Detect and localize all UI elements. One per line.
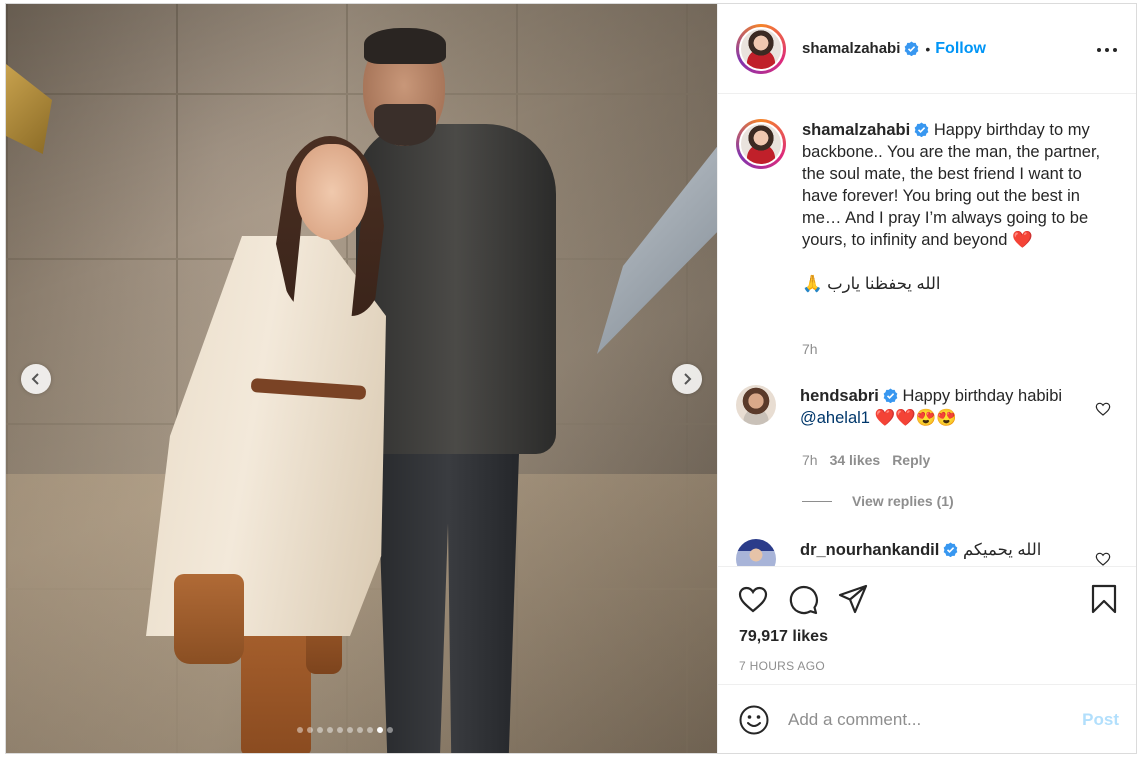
- carousel-indicator: [297, 727, 393, 733]
- carousel-dot: [377, 727, 383, 733]
- comment-like-icon[interactable]: [1095, 551, 1111, 566]
- chevron-left-icon: [31, 373, 39, 385]
- caption-timestamp[interactable]: 7h: [802, 341, 818, 357]
- comment-text: dr_nourhankandil الله يحميكم: [800, 539, 1090, 566]
- follow-button[interactable]: Follow: [935, 40, 986, 58]
- more-options-button[interactable]: [1097, 40, 1117, 60]
- comment-body: Happy birthday habibi: [902, 387, 1063, 405]
- caption-username[interactable]: shamalzahabi: [802, 121, 910, 139]
- post-header: shamalzahabi • Follow: [718, 4, 1136, 94]
- comment-reply-button[interactable]: Reply: [892, 452, 930, 468]
- likes-count[interactable]: 79,917 likes: [739, 628, 828, 646]
- follow-separator: •: [925, 40, 931, 57]
- post-photo[interactable]: [6, 4, 717, 753]
- carousel-prev-button[interactable]: [21, 364, 51, 394]
- save-icon[interactable]: [1088, 583, 1120, 615]
- commenter-avatar[interactable]: [736, 539, 776, 566]
- carousel-next-button[interactable]: [672, 364, 702, 394]
- photo-handbag: [174, 574, 244, 664]
- photo-man-jacket: [356, 124, 556, 454]
- carousel-dot: [327, 727, 333, 733]
- author-avatar-image: [739, 26, 783, 71]
- like-icon[interactable]: [737, 583, 769, 615]
- verified-badge-icon: [905, 41, 919, 56]
- commenter-username[interactable]: hendsabri: [800, 387, 879, 405]
- post-comment-button[interactable]: Post: [1082, 710, 1119, 730]
- caption-avatar[interactable]: [736, 119, 786, 169]
- comment-timestamp[interactable]: 7h: [802, 452, 818, 468]
- add-comment-bar: Post: [718, 684, 1136, 753]
- comment-item: dr_nourhankandil الله يحميكم: [736, 539, 1126, 566]
- carousel-dot: [317, 727, 323, 733]
- photo-man-beard: [374, 104, 436, 146]
- comment-body: الله يحميكم: [962, 541, 1042, 559]
- verified-badge-icon: [944, 542, 958, 557]
- commenter-avatar[interactable]: [736, 385, 776, 425]
- caption-body: Happy birthday to my backbone.. You are …: [802, 121, 1101, 249]
- chevron-right-icon: [684, 373, 692, 385]
- view-replies-label: View replies (1): [852, 493, 954, 509]
- photo-woman-head: [296, 144, 368, 240]
- carousel-dot: [367, 727, 373, 733]
- author-avatar[interactable]: [736, 23, 786, 74]
- post-timestamp[interactable]: 7 HOURS AGO: [739, 659, 825, 673]
- replies-divider-line: [802, 500, 832, 502]
- more-options-icon: [1097, 48, 1101, 52]
- comment-likes-count[interactable]: 34 likes: [830, 452, 881, 468]
- carousel-dot: [347, 727, 353, 733]
- caption: shamalzahabi Happy birthday to my backbo…: [736, 119, 1102, 295]
- caption-avatar-image: [739, 122, 783, 166]
- caption-text: shamalzahabi Happy birthday to my backbo…: [802, 119, 1102, 295]
- carousel-dot: [357, 727, 363, 733]
- instagram-post-modal: shamalzahabi • Follow shamalzahabi Happy…: [5, 3, 1137, 754]
- comment-meta: 7h 34 likes Reply: [802, 452, 930, 468]
- comment-emojis: ❤️❤️😍😍: [874, 409, 957, 427]
- post-side-panel: shamalzahabi • Follow shamalzahabi Happy…: [717, 4, 1136, 753]
- carousel-dot: [337, 727, 343, 733]
- commenter-username[interactable]: dr_nourhankandil: [800, 541, 939, 559]
- verified-badge-icon: [914, 122, 929, 137]
- comment-item: hendsabri Happy birthday habibi @ahelal1…: [736, 385, 1126, 429]
- author-username[interactable]: shamalzahabi: [802, 40, 900, 57]
- carousel-dot: [297, 727, 303, 733]
- emoji-icon[interactable]: [738, 704, 770, 736]
- verified-badge-icon: [883, 388, 898, 403]
- carousel-dot: [387, 727, 393, 733]
- share-icon[interactable]: [837, 583, 869, 615]
- photo-man-hair: [364, 28, 446, 64]
- comment-mention-link[interactable]: @ahelal1: [800, 409, 870, 427]
- comment-input[interactable]: [788, 710, 1058, 730]
- comment-like-icon[interactable]: [1095, 401, 1111, 417]
- comments-list[interactable]: shamalzahabi Happy birthday to my backbo…: [718, 95, 1136, 566]
- post-actions: 79,917 likes 7 HOURS AGO: [718, 566, 1136, 681]
- view-replies-button[interactable]: View replies (1): [802, 493, 954, 509]
- comment-text: hendsabri Happy birthday habibi @ahelal1…: [800, 385, 1090, 429]
- carousel-dot: [307, 727, 313, 733]
- comment-icon[interactable]: [787, 583, 819, 615]
- caption-arabic-line: الله يحفظنا يارب 🙏: [802, 275, 941, 293]
